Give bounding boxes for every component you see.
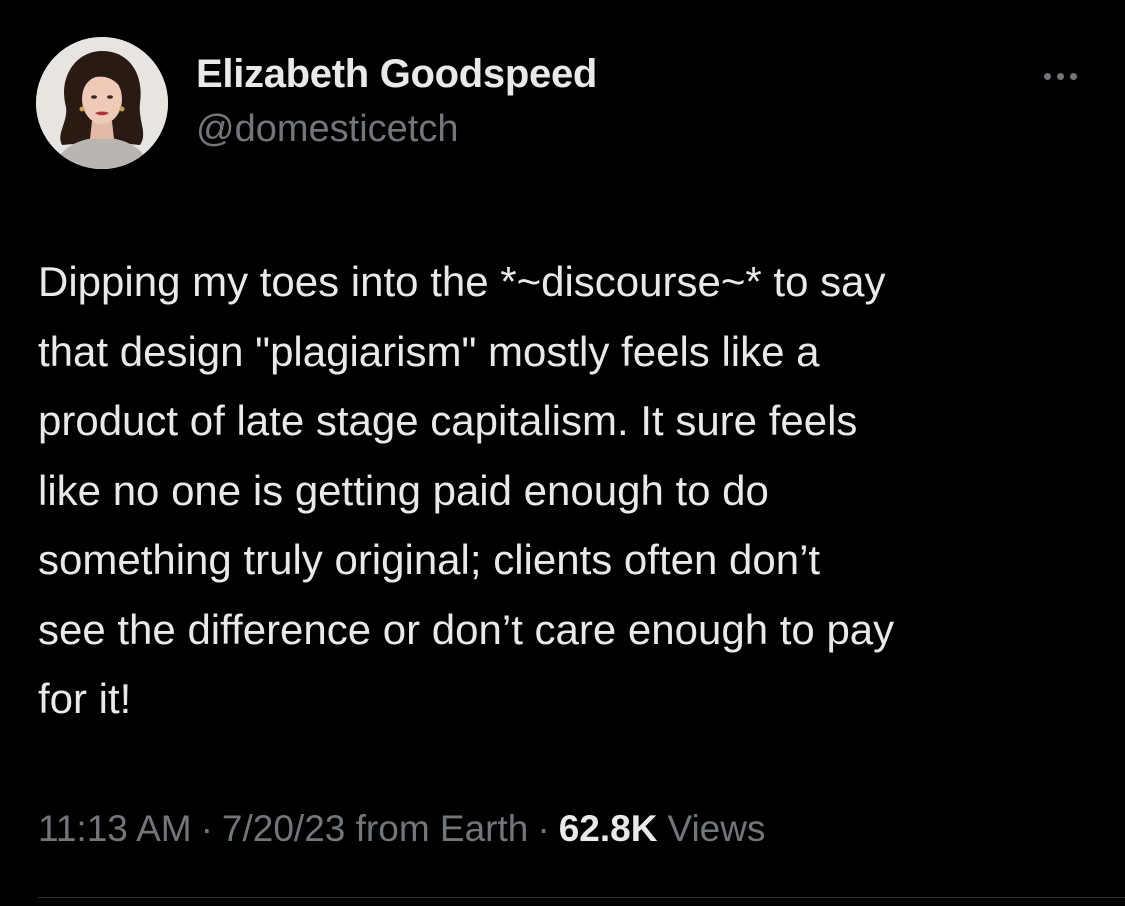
views-count: 62.8K bbox=[558, 808, 658, 849]
divider bbox=[38, 897, 1125, 898]
more-options-button[interactable] bbox=[1030, 58, 1090, 94]
tweet-detail: Elizabeth Goodspeed @domesticetch Dippin… bbox=[0, 0, 1125, 906]
profile-photo-icon bbox=[36, 37, 168, 169]
ellipsis-icon-dot bbox=[1069, 72, 1077, 80]
views-label: Views bbox=[667, 808, 766, 849]
ellipsis-icon-dot bbox=[1056, 72, 1064, 80]
tweet-date-source[interactable]: 7/20/23 from Earth bbox=[222, 808, 528, 850]
separator-dot: · bbox=[537, 808, 550, 849]
ellipsis-icon bbox=[1043, 72, 1051, 80]
tweet-time[interactable]: 11:13 AM bbox=[38, 808, 192, 850]
separator-dot: · bbox=[200, 808, 213, 849]
tweet-metadata: 11:13 AM · 7/20/23 from Earth · 62.8K Vi… bbox=[38, 808, 765, 850]
user-handle[interactable]: @domesticetch bbox=[196, 108, 458, 151]
tweet-text: Dipping my toes into the *~discourse~* t… bbox=[38, 258, 895, 722]
avatar[interactable] bbox=[36, 37, 168, 169]
display-name[interactable]: Elizabeth Goodspeed bbox=[196, 52, 597, 97]
